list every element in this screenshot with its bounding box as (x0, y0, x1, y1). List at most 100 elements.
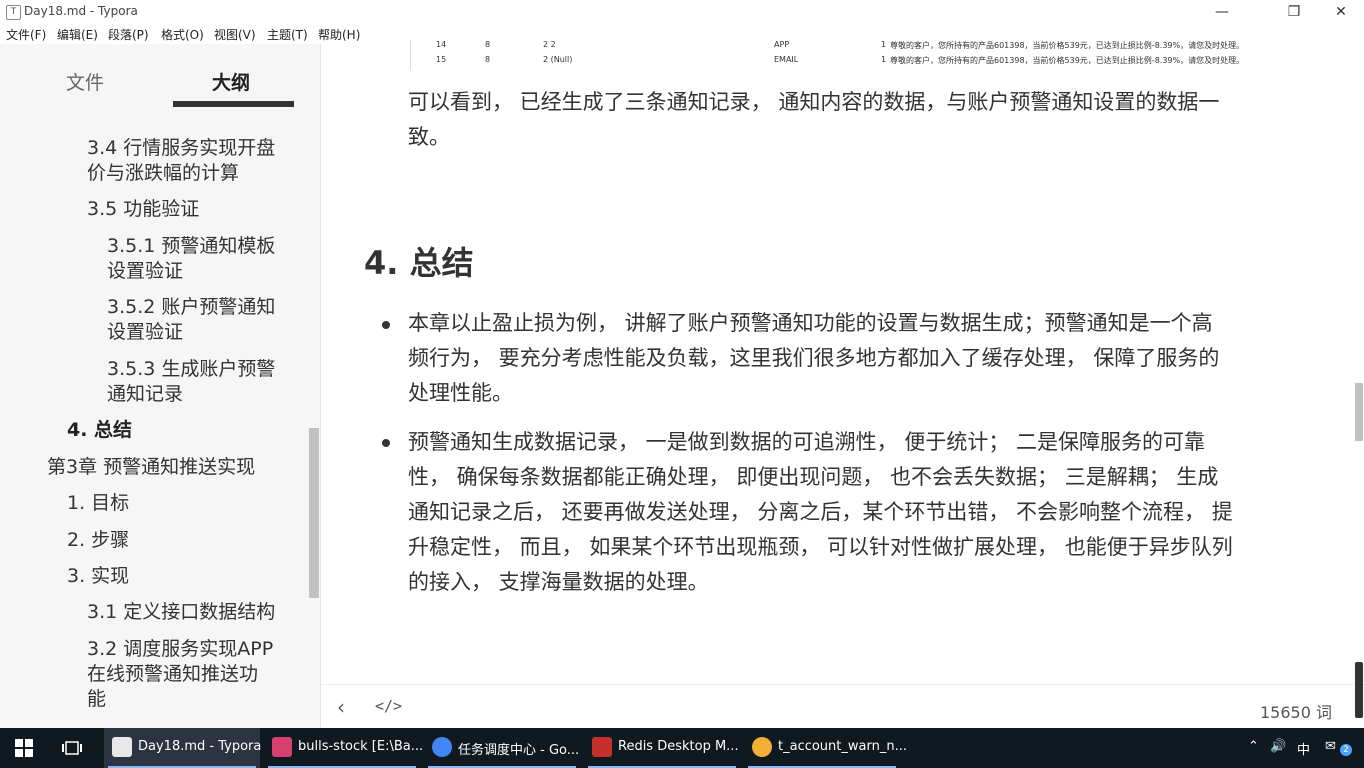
taskbar-item-label: Redis Desktop M... (618, 739, 739, 754)
outline-item-label: 在线预警通知推送功 (87, 663, 259, 685)
navicat-icon (752, 737, 772, 757)
task-view-icon (62, 741, 82, 755)
table-row: 15 8 2 (Null) EMAIL 1 尊敬的客户，您所持有的产品60139… (411, 55, 1261, 67)
paragraph-line: 升稳定性， 而且， 如果某个环节出现瓶颈， 可以针对性做扩展处理， 也能便于异步… (408, 535, 1233, 559)
menu-view[interactable]: 视图(V) (214, 26, 256, 43)
table-row: 14 8 2 2 APP 1 尊敬的客户，您所持有的产品601398，当前价格5… (411, 40, 1261, 52)
redis-icon (592, 737, 612, 757)
tab-files[interactable]: 文件 (66, 68, 104, 95)
outline-item[interactable]: 3. 实现 (67, 564, 129, 589)
outline-item[interactable]: 3.4 行情服务实现开盘 价与涨跌幅的计算 (87, 136, 275, 186)
taskbar-item-label: 任务调度中心 - Go... (458, 743, 580, 758)
menu-edit[interactable]: 编辑(E) (57, 26, 98, 43)
outline-item-label: 3.4 行情服务实现开盘 (87, 137, 276, 159)
document-scrollbar[interactable] (1355, 383, 1363, 441)
table-cell: 1 (881, 40, 887, 49)
start-button[interactable] (0, 728, 48, 768)
code-icon[interactable]: </> (375, 697, 402, 715)
close-icon[interactable]: ✕ (1321, 2, 1361, 22)
outline-item[interactable]: 第3章 预警通知推送实现 (47, 455, 255, 480)
footer-scroll-thumb[interactable] (1355, 662, 1363, 718)
outline-item-active[interactable]: 4. 总结 (67, 418, 132, 443)
outline-item-label: 3.5.3 生成账户预警 (107, 358, 276, 380)
chevron-up-icon[interactable]: ⌃ (1248, 739, 1259, 754)
outline-item-label: 3.5.1 预警通知模板 (107, 235, 276, 257)
notification-icon[interactable]: ✉ (1325, 739, 1336, 754)
volume-icon[interactable]: 🔊 (1270, 739, 1286, 754)
taskbar-item-redis[interactable]: Redis Desktop M... (584, 728, 740, 768)
notification-count-badge: 2 (1340, 744, 1352, 756)
taskbar-item-label: t_account_warn_n... (778, 739, 907, 754)
intellij-icon (272, 737, 292, 757)
table-cell: 14 (436, 40, 447, 49)
outline-item[interactable]: 3.5.3 生成账户预警 通知记录 (107, 357, 275, 407)
outline-item[interactable]: 3.2 调度服务实现APP 在线预警通知推送功 能 (87, 637, 273, 712)
outline-item-label: 3.1 定义接口数据结构 (87, 601, 276, 623)
bullet-dot (382, 321, 390, 329)
outline-item[interactable]: 3.5 功能验证 (87, 197, 199, 222)
minimize-icon[interactable]: — (1202, 2, 1242, 22)
chrome-icon (432, 737, 452, 757)
taskbar-item-intellij[interactable]: bulls-stock [E:\Ba... (264, 728, 424, 768)
result-table-image: 14 8 2 2 APP 1 尊敬的客户，您所持有的产品601398，当前价格5… (410, 40, 1261, 70)
outline-item-label: 4. 总结 (67, 419, 133, 441)
outline-item[interactable]: 2. 步骤 (67, 528, 129, 553)
menu-help[interactable]: 帮助(H) (318, 26, 360, 43)
menu-format[interactable]: 格式(O) (161, 26, 204, 43)
table-cell: 2 (Null) (543, 55, 573, 64)
chevron-left-icon[interactable]: ‹ (337, 695, 345, 719)
typora-app-icon: T (6, 5, 21, 20)
menu-paragraph[interactable]: 段落(P) (108, 26, 149, 43)
restore-icon[interactable]: ❐ (1274, 2, 1314, 22)
table-cell: 尊敬的客户，您所持有的产品601398，当前价格539元，已达到止损比例-8.3… (890, 56, 1245, 65)
menu-file[interactable]: 文件(F) (6, 26, 46, 43)
outline-item-label: 3. 实现 (67, 565, 130, 587)
taskbar-item-label: Day18.md - Typora (138, 739, 262, 754)
taskbar-item-chrome[interactable]: 任务调度中心 - Go... (424, 728, 580, 768)
outline-item-label: 价与涨跌幅的计算 (87, 162, 240, 184)
paragraph-line: 预警通知生成数据记录， 一是做到数据的可追溯性， 便于统计； 二是保障服务的可靠 (408, 430, 1206, 454)
typora-icon (112, 737, 132, 757)
table-cell: 8 (485, 40, 491, 49)
windows-logo-icon (15, 739, 33, 757)
table-cell: APP (774, 40, 790, 49)
outline-item[interactable]: 3.5.2 账户预警通知 设置验证 (107, 295, 275, 345)
task-view-button[interactable] (52, 728, 92, 768)
table-cell: 1 (881, 55, 887, 64)
outline-item-label: 2. 步骤 (67, 529, 130, 551)
taskbar-item-navicat[interactable]: t_account_warn_n... (744, 728, 907, 768)
paragraph-line: 性， 确保每条数据都能正确处理， 即便出现问题， 也不会丢失数据； 三是解耦； … (408, 465, 1219, 489)
paragraph-line: 致。 (408, 125, 450, 149)
summary-bullet-2: 预警通知生成数据记录， 一是做到数据的可追溯性， 便于统计； 二是保障服务的可靠… (408, 425, 1233, 600)
outline-item-label: 第3章 预警通知推送实现 (47, 456, 256, 478)
status-bar: ‹ </> 15650 词 (321, 684, 1364, 729)
outline-item-label: 1. 目标 (67, 492, 130, 514)
outline-item[interactable]: 3.5.1 预警通知模板 设置验证 (107, 234, 275, 284)
table-cell: 2 2 (543, 40, 556, 49)
title-bar: T Day18.md - Typora — ❐ ✕ (0, 0, 1364, 24)
outline-item[interactable]: 3.1 定义接口数据结构 (87, 600, 275, 625)
section-heading: 4. 总结 (364, 244, 474, 282)
outline-item[interactable]: 1. 目标 (67, 491, 129, 516)
ime-indicator[interactable]: 中 (1297, 739, 1310, 758)
paragraph-line: 的接入， 支撑海量数据的处理。 (408, 570, 709, 594)
taskbar-item-label: bulls-stock [E:\Ba... (298, 739, 424, 754)
word-count[interactable]: 15650 词 (1260, 699, 1332, 723)
paragraph-line: 通知记录之后， 还要再做发送处理， 分离之后，某个环节出错， 不会影响整个流程，… (408, 500, 1233, 524)
window-title: Day18.md - Typora (24, 4, 138, 18)
windows-taskbar: Day18.md - Typora bulls-stock [E:\Ba... … (0, 728, 1364, 768)
tab-outline[interactable]: 大纲 (212, 68, 250, 95)
outline-item-label: 设置验证 (107, 321, 184, 343)
paragraph-line: 可以看到， 已经生成了三条通知记录， 通知内容的数据，与账户预警通知设置的数据一 (408, 90, 1220, 114)
taskbar-item-typora[interactable]: Day18.md - Typora (104, 728, 262, 768)
outline-item-label: 能 (87, 688, 107, 710)
outline-item-label: 设置验证 (107, 260, 184, 282)
summary-bullet-1: 本章以止盈止损为例， 讲解了账户预警通知功能的设置与数据生成；预警通知是一个高 … (408, 306, 1219, 411)
paragraph-line: 频行为， 要充分考虑性能及负载，这里我们很多地方都加入了缓存处理， 保障了服务的 (408, 346, 1220, 370)
paragraph-line: 处理性能。 (408, 381, 513, 405)
menu-theme[interactable]: 主题(T) (267, 26, 308, 43)
sidebar: 文件 大纲 3.4 行情服务实现开盘 价与涨跌幅的计算 3.5 功能验证 3.5… (0, 44, 321, 728)
outline-item-label: 3.5 功能验证 (87, 198, 200, 220)
sidebar-scrollbar[interactable] (309, 428, 319, 598)
paragraph-line: 本章以止盈止损为例， 讲解了账户预警通知功能的设置与数据生成；预警通知是一个高 (408, 311, 1213, 335)
